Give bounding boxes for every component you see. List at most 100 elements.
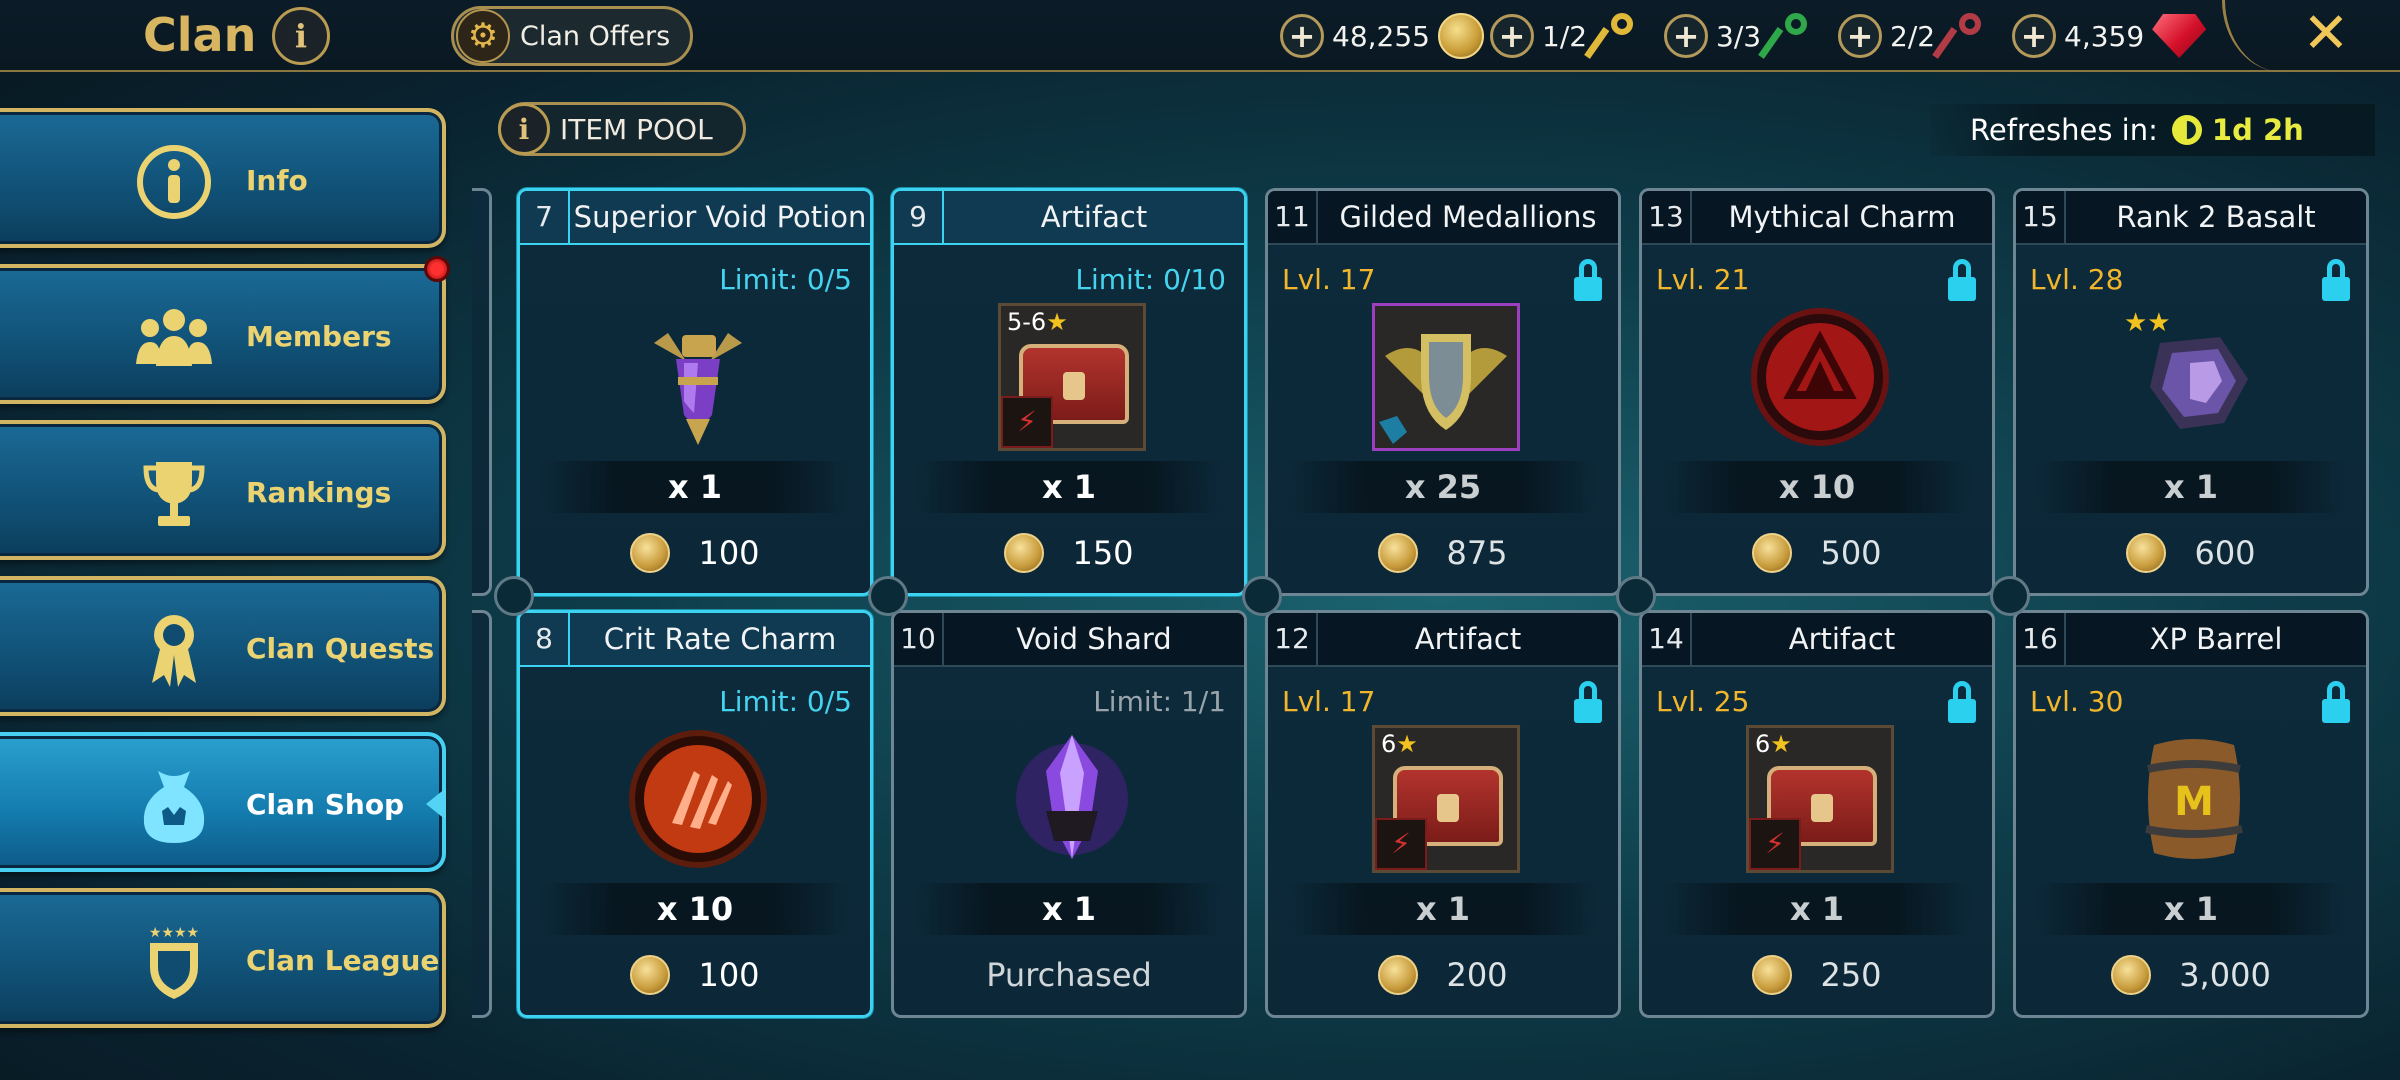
card-limit: Limit: 0/5: [719, 263, 852, 296]
resource-clan-coins: + 48,255: [1280, 12, 1484, 60]
page-title: Clan: [143, 8, 257, 62]
shield-icon: ★★★★: [134, 925, 214, 999]
card-title: Superior Void Potion: [573, 200, 867, 234]
sidebar-item-label: Info: [246, 164, 308, 197]
shop-grid: 7 Superior Void Potion Limit: 0/5 x 1 100…: [472, 184, 2400, 1024]
shop-card-rank-2-basalt[interactable]: 15 Rank 2 Basalt Lvl. 28 ★★ x 1 600: [2013, 188, 2369, 596]
red-key-icon: [1932, 11, 1983, 61]
notification-dot: [424, 256, 450, 282]
card-title: Artifact: [1040, 200, 1148, 234]
grid-joint: [1242, 576, 1282, 616]
card-quantity: x 1: [2036, 461, 2346, 513]
coin-icon: [1752, 533, 1793, 573]
sidebar-item-label: Members: [246, 320, 392, 353]
card-quantity: x 1: [1288, 883, 1598, 935]
card-level-requirement: Lvl. 17: [1282, 263, 1376, 296]
bag-icon: [134, 770, 214, 843]
grid-joint: [1616, 576, 1656, 616]
lock-icon: [1948, 681, 1976, 723]
add-gems-button[interactable]: +: [2012, 14, 2056, 58]
card-number: 10: [894, 613, 944, 665]
corner-ornament: [2222, 0, 2282, 72]
card-price[interactable]: 200: [1268, 943, 1618, 1007]
sidebar-item-clan-quests[interactable]: Clan Quests: [0, 576, 446, 716]
coin-icon: [1752, 955, 1793, 995]
shop-card-partial[interactable]: [472, 610, 492, 1018]
item-pool-button[interactable]: i ITEM POOL: [498, 102, 746, 156]
xp-barrel-icon: M: [2120, 725, 2268, 873]
clan-offers-label: Clan Offers: [520, 20, 671, 52]
sidebar-item-clan-league[interactable]: ★★★★ Clan League: [0, 888, 446, 1028]
gear-icon: ⚙: [456, 9, 510, 63]
add-red-keys-button[interactable]: +: [1838, 14, 1882, 58]
card-limit: Limit: 0/10: [1075, 263, 1226, 296]
card-title: Rank 2 Basalt: [2116, 200, 2316, 234]
clock-icon: [2171, 115, 2202, 145]
card-number: 15: [2016, 191, 2066, 243]
shop-card-partial[interactable]: [472, 188, 492, 596]
artifact-chest-icon: 5-6★ ⚡: [998, 303, 1146, 451]
coins-value: 48,255: [1332, 19, 1430, 53]
card-number: 14: [1642, 613, 1692, 665]
card-limit: Limit: 0/5: [719, 685, 852, 718]
card-price[interactable]: 150: [894, 521, 1244, 585]
refresh-label: Refreshes in:: [1970, 113, 2158, 147]
card-level-requirement: Lvl. 30: [2030, 685, 2124, 718]
shop-card-mythical-charm[interactable]: 13 Mythical Charm Lvl. 21 x 10 500: [1639, 188, 1995, 596]
sidebar-item-members[interactable]: Members: [0, 264, 446, 404]
card-quantity: x 1: [1662, 883, 1972, 935]
members-icon: [134, 302, 214, 374]
card-price[interactable]: 500: [1642, 521, 1992, 585]
shop-card-artifact-14[interactable]: 14 Artifact Lvl. 25 6★ ⚡ x 1 250: [1639, 610, 1995, 1018]
info-icon: i: [498, 103, 550, 155]
shop-card-xp-barrel[interactable]: 16 XP Barrel Lvl. 30 M x 1 3,000: [2013, 610, 2369, 1018]
shop-card-gilded-medallions[interactable]: 11 Gilded Medallions Lvl. 17 x 25 875: [1265, 188, 1621, 596]
add-green-keys-button[interactable]: +: [1664, 14, 1708, 58]
shop-card-artifact-9[interactable]: 9 Artifact Limit: 0/10 5-6★ ⚡ x 1 150: [891, 188, 1247, 596]
card-title: Artifact: [1788, 622, 1896, 656]
clan-info-button[interactable]: i: [272, 7, 330, 65]
clan-offers-button[interactable]: ⚙ Clan Offers: [451, 6, 693, 66]
shop-card-superior-void-potion[interactable]: 7 Superior Void Potion Limit: 0/5 x 1 100: [517, 188, 873, 596]
green-keys-value: 3/3: [1716, 19, 1762, 53]
card-purchased-status: Purchased: [986, 956, 1152, 994]
shop-card-void-shard[interactable]: 10 Void Shard Limit: 1/1 x 1 Purchased: [891, 610, 1247, 1018]
void-potion-icon: [624, 303, 772, 451]
faction-icon: ⚡: [1749, 818, 1801, 870]
sidebar-item-clan-shop[interactable]: Clan Shop: [0, 732, 446, 872]
coin-icon: [1378, 533, 1419, 573]
close-button[interactable]: ✕: [2296, 2, 2356, 66]
add-gold-keys-button[interactable]: +: [1490, 14, 1534, 58]
refresh-time: 1d 2h: [2211, 113, 2304, 147]
card-title: Artifact: [1414, 622, 1522, 656]
svg-text:★★: ★★: [2124, 308, 2171, 338]
shop-card-crit-rate-charm[interactable]: 8 Crit Rate Charm Limit: 0/5 x 10 100: [517, 610, 873, 1018]
card-price[interactable]: 100: [520, 521, 870, 585]
gems-value: 4,359: [2064, 19, 2145, 53]
card-level-requirement: Lvl. 21: [1656, 263, 1750, 296]
card-price[interactable]: 250: [1642, 943, 1992, 1007]
shop-card-artifact-12[interactable]: 12 Artifact Lvl. 17 6★ ⚡ x 1 200: [1265, 610, 1621, 1018]
card-level-requirement: Lvl. 17: [1282, 685, 1376, 718]
add-coins-button[interactable]: +: [1280, 14, 1324, 58]
card-limit: Limit: 1/1: [1093, 685, 1226, 718]
sidebar-item-info[interactable]: Info: [0, 108, 446, 248]
resource-gems: + 4,359: [2012, 12, 2207, 60]
card-price[interactable]: 3,000: [2016, 943, 2366, 1007]
grid-joint: [868, 576, 908, 616]
sidebar-item-label: Clan League: [246, 944, 440, 977]
sidebar-item-label: Rankings: [246, 476, 392, 509]
card-title: Void Shard: [1016, 622, 1172, 656]
info-icon: i: [294, 17, 308, 55]
artifact-chest-icon: 6★ ⚡: [1746, 725, 1894, 873]
ruby-icon: [2152, 14, 2207, 58]
coin-icon: [630, 533, 671, 573]
sidebar-item-rankings[interactable]: Rankings: [0, 420, 446, 560]
card-price[interactable]: 600: [2016, 521, 2366, 585]
red-keys-value: 2/2: [1890, 19, 1936, 53]
card-price[interactable]: 100: [520, 943, 870, 1007]
card-quantity: x 1: [914, 883, 1224, 935]
coin-icon: [1437, 13, 1484, 59]
card-price[interactable]: 875: [1268, 521, 1618, 585]
coin-icon: [2111, 955, 2152, 995]
